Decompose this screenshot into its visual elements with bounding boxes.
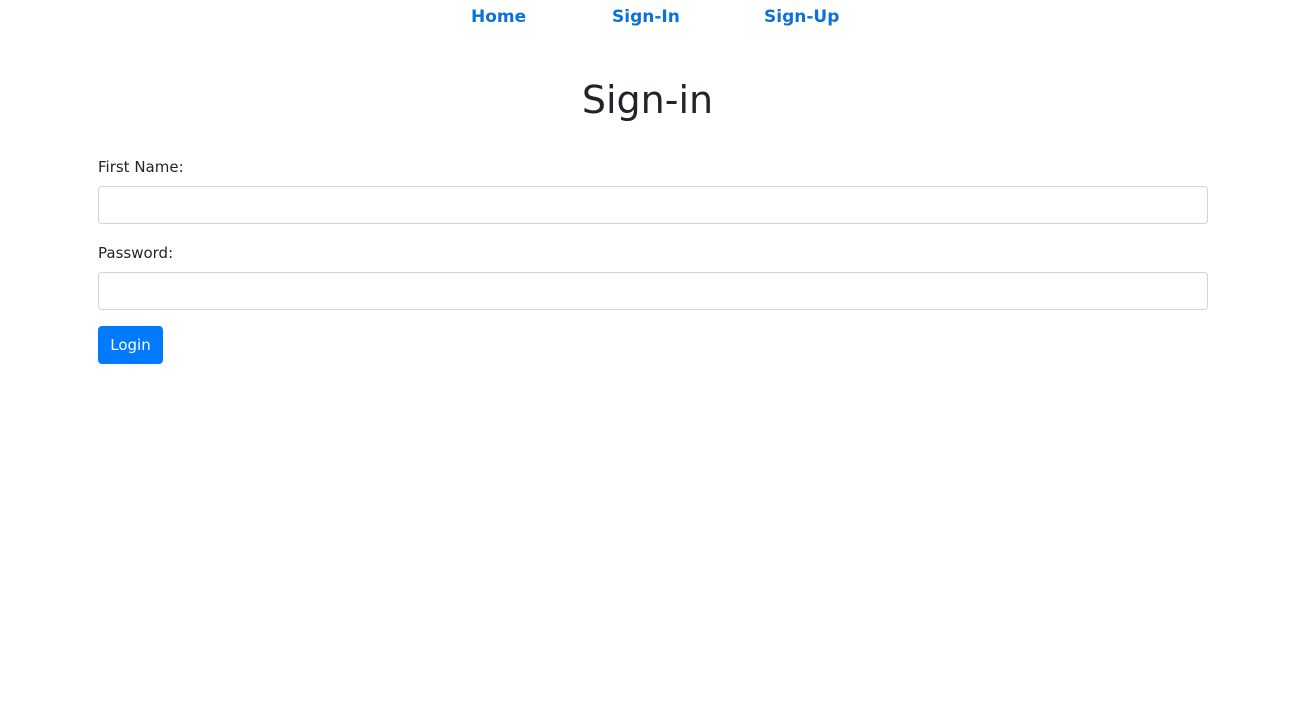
password-label: Password: [98,244,174,262]
first-name-input[interactable] [98,186,1208,224]
nav-link-sign-up[interactable]: Sign-Up [764,5,839,29]
nav-link-home[interactable]: Home [471,5,526,29]
page-title: Sign-in [581,78,714,122]
nav-link-sign-in[interactable]: Sign-In [612,5,680,29]
top-navigation: Home Sign-In Sign-Up [0,0,1295,34]
password-input[interactable] [98,272,1208,310]
first-name-label: First Name: [98,158,184,176]
login-button[interactable]: Login [98,326,163,364]
